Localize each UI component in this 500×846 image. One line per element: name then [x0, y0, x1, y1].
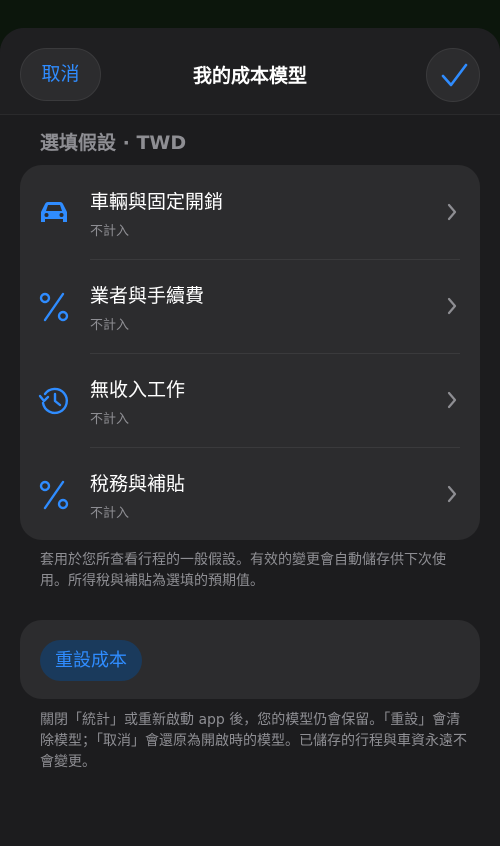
row-value: 不計入: [90, 224, 130, 239]
checkmark-icon: [441, 63, 468, 87]
chevron-right-icon: [447, 203, 457, 221]
row-label: 無收入工作: [90, 379, 186, 401]
row-label: 車輛與固定開銷: [90, 191, 224, 213]
percent-icon: [39, 480, 69, 510]
car-icon: [41, 202, 67, 222]
clock-history-icon: [38, 387, 68, 415]
reset-section: 重設成本: [20, 620, 480, 699]
done-button[interactable]: [426, 48, 480, 102]
row-value: 不計入: [90, 412, 130, 427]
cost-model-sheet: 取消 我的成本模型 選填假設 · TWD 車輛與固定開銷 不計入 業者與手續費 …: [0, 28, 500, 846]
row-value: 不計入: [90, 506, 130, 521]
row-vehicle-fixed-costs[interactable]: 車輛與固定開銷 不計入: [20, 165, 480, 259]
percent-icon: [39, 292, 69, 322]
navigation-bar: 取消 我的成本模型: [0, 28, 500, 115]
reset-cost-button[interactable]: 重設成本: [40, 640, 142, 681]
cancel-button[interactable]: 取消: [20, 48, 101, 101]
row-unpaid-work[interactable]: 無收入工作 不計入: [20, 353, 480, 447]
chevron-right-icon: [447, 485, 457, 503]
section-footer-note: 套用於您所查看行程的一般假設。有效的變更會自動儲存供下次使用。所得稅與補貼為選填…: [40, 552, 446, 589]
row-label: 業者與手續費: [90, 285, 205, 307]
row-operator-fees[interactable]: 業者與手續費 不計入: [20, 259, 480, 353]
chevron-right-icon: [447, 391, 457, 409]
chevron-right-icon: [447, 297, 457, 315]
section-header: 選填假設 · TWD: [40, 132, 187, 154]
assumptions-list: 車輛與固定開銷 不計入 業者與手續費 不計入 無收入工作 不計入 稅務與補貼 不…: [20, 165, 480, 540]
row-tax-subsidy[interactable]: 稅務與補貼 不計入: [20, 447, 480, 541]
reset-footer-note: 關閉「統計」或重新啟動 app 後，您的模型仍會保留。「重設」會清除模型；「取消…: [40, 712, 467, 770]
page-title: 我的成本模型: [192, 65, 307, 87]
row-label: 稅務與補貼: [90, 473, 186, 495]
row-value: 不計入: [90, 318, 130, 333]
